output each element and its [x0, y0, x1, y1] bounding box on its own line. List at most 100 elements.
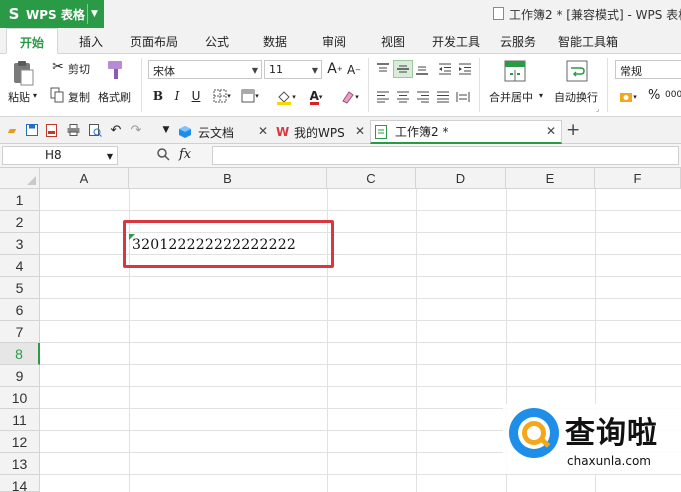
increase-font-icon[interactable]: A +	[327, 60, 343, 78]
row-header[interactable]: 13	[0, 453, 40, 475]
format-painter-button[interactable]: 格式刷	[98, 89, 131, 105]
name-box[interactable]: H8 ▼	[2, 146, 118, 165]
clear-format-icon[interactable]: ▾	[337, 88, 361, 106]
currency-icon[interactable]: ▾	[617, 89, 639, 105]
column-header-b[interactable]: B	[129, 168, 327, 189]
cut-button[interactable]: 剪切	[68, 61, 90, 77]
font-name-select[interactable]: 宋体 ▼	[148, 60, 262, 79]
dialog-launcher-icon[interactable]: ⌟	[596, 105, 599, 113]
folder-icon[interactable]: ▰	[5, 123, 19, 137]
comma-button[interactable]: 000	[665, 90, 681, 100]
row-header[interactable]: 4	[0, 255, 40, 277]
align-bottom-icon[interactable]	[414, 62, 430, 76]
merge-dropdown-icon[interactable]: ▾	[539, 91, 543, 100]
column-header-a[interactable]: A	[40, 168, 129, 189]
copy-icon[interactable]	[50, 87, 64, 103]
scissors-icon[interactable]: ✂	[50, 59, 66, 75]
decrease-font-icon[interactable]: A −	[346, 62, 362, 78]
row-header[interactable]: 9	[0, 365, 40, 387]
formula-input[interactable]	[212, 146, 679, 165]
wrap-text-icon[interactable]	[565, 59, 589, 83]
justify-icon[interactable]	[435, 90, 451, 104]
merge-center-icon[interactable]	[503, 59, 527, 83]
close-tab-icon[interactable]: ✕	[355, 124, 365, 138]
row-header[interactable]: 12	[0, 431, 40, 453]
italic-icon[interactable]: I	[170, 88, 184, 104]
tab-page-layout[interactable]: 页面布局	[130, 33, 178, 50]
align-right-icon[interactable]	[415, 90, 431, 104]
export-pdf-icon[interactable]	[45, 123, 59, 137]
zoom-search-icon[interactable]	[156, 147, 172, 163]
copy-button[interactable]: 复制	[68, 89, 90, 105]
print-preview-icon[interactable]	[88, 123, 102, 137]
row-header[interactable]: 1	[0, 189, 40, 211]
row-header[interactable]: 10	[0, 387, 40, 409]
row-header[interactable]: 3	[0, 233, 40, 255]
paste-button[interactable]: 粘贴	[8, 89, 30, 105]
borders-icon[interactable]: ▾	[211, 88, 233, 104]
tab-view[interactable]: 视图	[381, 33, 405, 50]
document-icon	[493, 7, 504, 20]
save-icon[interactable]	[25, 123, 39, 137]
wrap-text-button[interactable]: 自动换行	[554, 89, 598, 105]
row-header[interactable]: 11	[0, 409, 40, 431]
tab-data[interactable]: 数据	[263, 33, 287, 50]
tab-cloud-services[interactable]: 云服务	[500, 33, 536, 50]
bold-icon[interactable]: B	[151, 88, 165, 104]
cloud-box-icon	[178, 125, 192, 139]
doc-tab-workbook2[interactable]: 工作簿2 *	[370, 120, 562, 144]
chaxunla-watermark: 查询啦 chaxunla.com	[503, 404, 681, 474]
align-left-icon[interactable]	[375, 90, 391, 104]
redo-icon[interactable]: ↷	[129, 123, 143, 138]
fx-insert-function-icon[interactable]: fx	[179, 147, 191, 162]
tab-formulas[interactable]: 公式	[205, 33, 229, 50]
row-header[interactable]: 7	[0, 321, 40, 343]
new-tab-icon[interactable]: +	[566, 120, 580, 140]
paste-dropdown-icon[interactable]: ▾	[33, 91, 37, 100]
app-menu-dropdown-icon[interactable]: ▼	[91, 9, 98, 19]
app-menu-button[interactable]: S WPS 表格 ▼	[0, 0, 104, 28]
font-color-icon[interactable]: A ▾	[304, 88, 328, 106]
tab-review[interactable]: 审阅	[322, 33, 346, 50]
chaxunla-logo-icon	[509, 408, 559, 458]
align-middle-icon[interactable]	[393, 60, 413, 78]
align-top-icon[interactable]	[375, 62, 391, 76]
cell-style-icon[interactable]: ▾	[238, 88, 262, 104]
watermark-brand-text: 查询啦	[565, 416, 658, 451]
row-header[interactable]: 14	[0, 475, 40, 492]
tab-developer[interactable]: 开发工具	[432, 33, 480, 50]
more-dropdown-icon[interactable]: ▼	[159, 123, 173, 137]
align-center-icon[interactable]	[395, 90, 411, 104]
column-header-e[interactable]: E	[506, 168, 595, 189]
tab-home[interactable]: 开始	[6, 28, 58, 54]
decrease-indent-icon[interactable]	[437, 62, 453, 76]
distributed-align-icon[interactable]	[455, 90, 471, 104]
merge-center-button[interactable]: 合并居中	[489, 89, 533, 105]
row-header[interactable]: 2	[0, 211, 40, 233]
underline-icon[interactable]: U	[189, 88, 203, 104]
row-header[interactable]: 6	[0, 299, 40, 321]
close-tab-icon[interactable]: ✕	[546, 124, 556, 138]
column-header-d[interactable]: D	[416, 168, 506, 189]
close-tab-icon[interactable]: ✕	[258, 124, 268, 138]
column-header-c[interactable]: C	[327, 168, 416, 189]
increase-indent-icon[interactable]	[457, 62, 473, 76]
row-header-selected[interactable]: 8	[0, 343, 40, 365]
wps-logo-icon: S	[8, 5, 20, 23]
number-format-select[interactable]: 常规	[615, 60, 681, 79]
tab-smart-toolbox[interactable]: 智能工具箱	[558, 33, 618, 50]
format-painter-icon[interactable]	[104, 59, 128, 83]
paste-icon[interactable]	[10, 60, 36, 86]
print-icon[interactable]	[66, 123, 80, 137]
select-all-corner[interactable]	[0, 168, 40, 189]
document-tab-bar: ▰ ↶ ↷ ▼ 云文档 ✕ W 我的WPS ✕ 工作簿2 * ✕ +	[0, 117, 681, 144]
row-header[interactable]: 5	[0, 277, 40, 299]
tab-insert[interactable]: 插入	[79, 33, 103, 50]
percent-button[interactable]: %	[648, 88, 660, 103]
font-size-select[interactable]: 11 ▼	[264, 60, 322, 79]
fill-color-icon[interactable]: ▾	[274, 88, 298, 106]
undo-icon[interactable]: ↶	[109, 123, 123, 138]
column-header-f[interactable]: F	[595, 168, 681, 189]
chevron-down-icon: ▼	[251, 66, 258, 75]
chevron-down-icon[interactable]: ▼	[107, 152, 113, 161]
